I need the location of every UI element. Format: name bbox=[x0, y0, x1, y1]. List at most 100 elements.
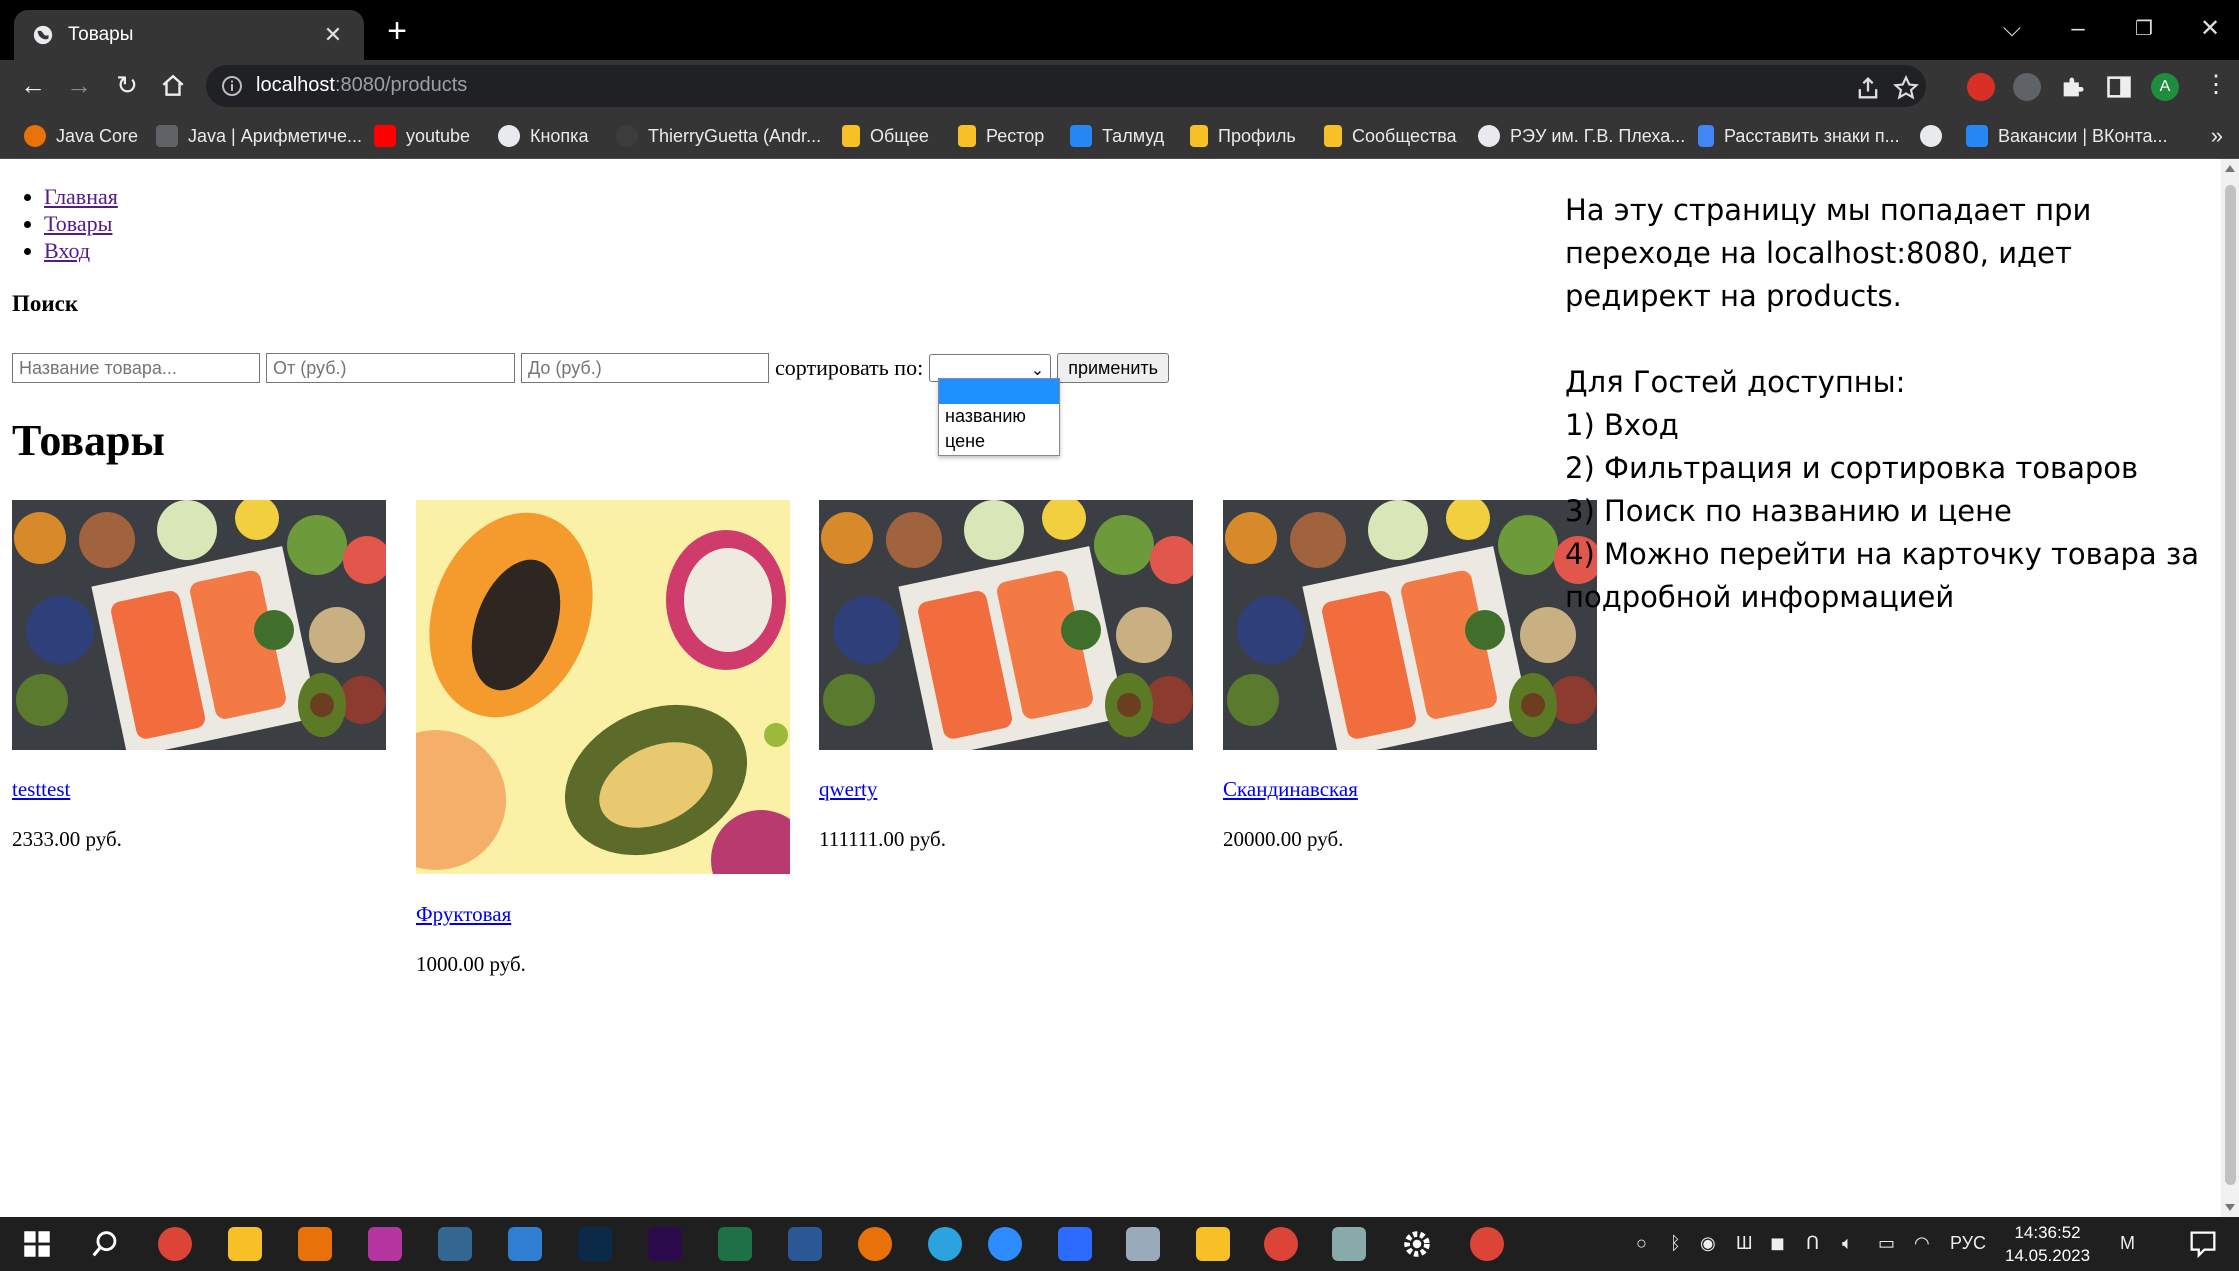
notification-center-icon[interactable] bbox=[2186, 1227, 2220, 1261]
postgres-icon[interactable] bbox=[438, 1227, 472, 1261]
close-window-button[interactable]: ✕ bbox=[2190, 14, 2230, 48]
minimize-window-button[interactable]: – bbox=[2058, 14, 2098, 48]
chrome-app-icon[interactable] bbox=[1470, 1227, 1504, 1261]
bookmark-item[interactable]: Кнопка bbox=[498, 113, 588, 159]
product-link[interactable]: qwerty bbox=[819, 777, 877, 802]
wifi-icon[interactable]: ◠ bbox=[1914, 1233, 1930, 1255]
excel-icon[interactable] bbox=[718, 1227, 752, 1261]
bookmark-folder[interactable]: Рестор bbox=[958, 113, 1044, 159]
product-image-salmon[interactable] bbox=[1223, 500, 1597, 750]
bookmark-folder[interactable]: Общее bbox=[842, 113, 929, 159]
vscode-icon[interactable] bbox=[508, 1227, 542, 1261]
extensions-puzzle-icon[interactable] bbox=[2059, 73, 2087, 101]
telegram-icon[interactable] bbox=[928, 1227, 962, 1261]
scrollbar-thumb[interactable] bbox=[2225, 185, 2236, 1185]
app-icon[interactable] bbox=[1332, 1227, 1366, 1261]
product-link[interactable]: Скандинавская bbox=[1223, 777, 1358, 802]
product-image-salmon[interactable] bbox=[819, 500, 1193, 750]
search-icon[interactable] bbox=[88, 1227, 122, 1261]
forward-button[interactable]: → bbox=[60, 67, 98, 105]
settings-gear-icon[interactable] bbox=[1400, 1227, 1434, 1261]
bookmark-item[interactable]: Java Core bbox=[24, 113, 138, 159]
side-panel-icon[interactable] bbox=[2105, 73, 2133, 101]
tray-app-icon[interactable]: M bbox=[2120, 1233, 2135, 1255]
tray-app-icon[interactable]: Ո bbox=[1806, 1233, 1819, 1255]
sort-option-price[interactable]: цене bbox=[939, 429, 1059, 454]
zoom-icon[interactable] bbox=[988, 1227, 1022, 1261]
bookmark-folder[interactable]: Сообщества bbox=[1324, 113, 1457, 159]
bookmark-item[interactable]: Вакансии | ВКонта... bbox=[1966, 113, 2168, 159]
glasses-extension-icon[interactable] bbox=[2013, 73, 2041, 101]
tray-app-icon[interactable]: ◉ bbox=[1700, 1233, 1716, 1255]
scroll-up-arrow-icon[interactable] bbox=[2225, 165, 2235, 172]
scroll-down-arrow-icon[interactable] bbox=[2225, 1204, 2235, 1211]
home-button[interactable] bbox=[154, 67, 192, 105]
vectorworks-icon[interactable] bbox=[1196, 1227, 1230, 1261]
input-language-indicator[interactable]: РУС bbox=[1950, 1233, 1986, 1255]
page-scrollbar[interactable] bbox=[2221, 159, 2239, 1217]
more-bookmarks-chevron-icon[interactable]: » bbox=[2211, 123, 2223, 149]
browser-menu-button[interactable]: ⋮ bbox=[2197, 67, 2235, 105]
back-button[interactable]: ← bbox=[14, 67, 52, 105]
sort-option-empty[interactable] bbox=[939, 379, 1059, 404]
intellij-icon[interactable] bbox=[368, 1227, 402, 1261]
bookmark-item[interactable]: Java | Арифметиче... bbox=[156, 113, 362, 159]
profile-avatar[interactable]: A bbox=[2151, 73, 2179, 101]
product-image-fruits[interactable] bbox=[416, 500, 790, 874]
nav-link-home[interactable]: Главная bbox=[44, 184, 118, 209]
bookmark-icon bbox=[156, 125, 178, 147]
word-icon[interactable] bbox=[788, 1227, 822, 1261]
bookmark-item[interactable]: Талмуд bbox=[1070, 113, 1164, 159]
photoshop-icon[interactable] bbox=[578, 1227, 612, 1261]
bookmark-item[interactable] bbox=[1920, 113, 1952, 159]
taskbar-clock[interactable]: 14:36:52 14.05.2023 bbox=[2005, 1221, 2090, 1267]
url-host: localhost bbox=[256, 74, 335, 96]
bookmark-item[interactable]: РЭУ им. Г.В. Плеха... bbox=[1478, 113, 1685, 159]
tray-app-icon[interactable]: ◼ bbox=[1770, 1233, 1785, 1255]
volume-icon[interactable]: 🔈︎ bbox=[1842, 1233, 1853, 1255]
battery-icon[interactable]: ▭ bbox=[1878, 1233, 1895, 1255]
tab-search-chevron-icon[interactable]: ⌵ bbox=[1992, 14, 2032, 48]
price-from-input[interactable] bbox=[266, 353, 515, 383]
adblock-extension-icon[interactable] bbox=[1967, 73, 1995, 101]
product-link[interactable]: Фруктовая bbox=[416, 902, 511, 927]
browser-tab-active[interactable]: Товары ✕ bbox=[14, 10, 364, 60]
premiere-icon[interactable] bbox=[648, 1227, 682, 1261]
chrome-app-icon[interactable] bbox=[1264, 1227, 1298, 1261]
chrome-app-icon[interactable] bbox=[158, 1227, 192, 1261]
file-explorer-icon[interactable] bbox=[228, 1227, 262, 1261]
app-icon[interactable] bbox=[298, 1227, 332, 1261]
microphone-app-icon[interactable] bbox=[858, 1227, 892, 1261]
address-bar[interactable]: localhost:8080/products bbox=[206, 65, 1926, 107]
bookmarks-bar: Java Core Java | Арифметиче... youtube К… bbox=[0, 113, 2239, 159]
reload-button[interactable]: ↻ bbox=[108, 67, 146, 105]
tray-app-icon[interactable]: Ш bbox=[1736, 1233, 1753, 1255]
github-icon bbox=[616, 125, 638, 147]
nav-link-login[interactable]: Вход bbox=[44, 238, 90, 263]
apply-button[interactable]: применить bbox=[1057, 353, 1170, 383]
price-to-input[interactable] bbox=[521, 353, 769, 383]
product-name-input[interactable] bbox=[12, 353, 260, 383]
tray-circle-icon[interactable]: ○ bbox=[1636, 1233, 1647, 1255]
bookmark-item[interactable]: Расставить знаки п... bbox=[1698, 113, 1900, 159]
bookmark-star-icon[interactable] bbox=[1892, 74, 1920, 102]
sort-option-name[interactable]: названию bbox=[939, 404, 1059, 429]
product-link[interactable]: testtest bbox=[12, 777, 70, 802]
bookmark-item[interactable]: youtube bbox=[374, 113, 470, 159]
windows-start-icon[interactable] bbox=[20, 1227, 54, 1261]
bookmark-folder[interactable]: Профиль bbox=[1190, 113, 1296, 159]
bookmark-item[interactable]: ThierryGuetta (Andr... bbox=[616, 113, 821, 159]
nav-link-products[interactable]: Товары bbox=[44, 211, 112, 236]
folder-icon bbox=[842, 125, 860, 147]
site-info-icon[interactable] bbox=[220, 74, 244, 98]
app-icon[interactable] bbox=[1126, 1227, 1160, 1261]
product-image-salmon[interactable] bbox=[12, 500, 386, 750]
new-tab-button[interactable]: + bbox=[380, 14, 414, 50]
app-icon[interactable] bbox=[1058, 1227, 1092, 1261]
bookmark-label: Сообщества bbox=[1352, 125, 1457, 146]
restore-window-button[interactable]: ❐ bbox=[2124, 14, 2164, 48]
close-tab-icon[interactable]: ✕ bbox=[320, 22, 346, 48]
bookmark-label: РЭУ им. Г.В. Плеха... bbox=[1510, 125, 1686, 146]
share-icon[interactable] bbox=[1854, 74, 1882, 102]
bluetooth-icon[interactable]: ᛒ bbox=[1670, 1233, 1681, 1255]
